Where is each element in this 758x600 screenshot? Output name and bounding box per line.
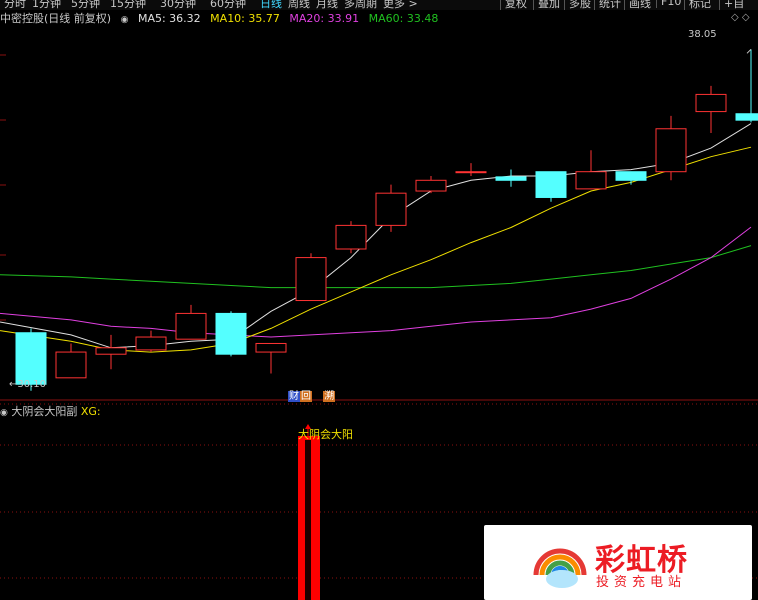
candle bbox=[615, 171, 647, 185]
candle bbox=[135, 330, 167, 353]
candle bbox=[95, 334, 127, 370]
other-event-badge[interactable]: 溯 bbox=[323, 391, 336, 402]
candle-body bbox=[415, 179, 447, 192]
candle-body bbox=[615, 171, 647, 181]
signal-bar-gap bbox=[305, 440, 311, 600]
candle-body bbox=[95, 347, 127, 355]
candle bbox=[655, 115, 687, 181]
high-marker bbox=[746, 48, 752, 54]
candle-body bbox=[495, 176, 527, 181]
chart-canvas bbox=[0, 48, 758, 600]
candle-body bbox=[295, 257, 327, 302]
candle bbox=[695, 85, 727, 134]
candle-body bbox=[375, 192, 407, 226]
low-price-value: 30.10 bbox=[17, 379, 47, 390]
candle-body bbox=[215, 312, 247, 355]
candle bbox=[335, 221, 367, 254]
candle bbox=[295, 253, 327, 302]
candle bbox=[215, 311, 247, 357]
candle-body bbox=[735, 113, 758, 121]
candle-body bbox=[175, 312, 207, 340]
high-price-label: 38.05 bbox=[688, 29, 717, 40]
signal-text: 大阴会大阳 bbox=[298, 428, 353, 441]
candle bbox=[375, 184, 407, 232]
candle bbox=[575, 150, 607, 190]
ma20-line bbox=[0, 226, 752, 338]
candle-body bbox=[335, 224, 367, 250]
indicator-xg-label: XG: bbox=[80, 405, 101, 418]
sub-toggle-icon[interactable]: ◉ bbox=[0, 408, 8, 418]
candle-body bbox=[55, 351, 87, 379]
finance-badge-2[interactable]: 回 bbox=[300, 391, 312, 402]
rainbow-logo-icon bbox=[533, 548, 587, 588]
candle-body bbox=[135, 336, 167, 351]
candle-body bbox=[575, 171, 607, 190]
candle bbox=[415, 176, 447, 194]
candle-body bbox=[695, 93, 727, 113]
candle-body bbox=[15, 332, 47, 385]
candle bbox=[55, 343, 87, 379]
event-badges: 财回 溯 bbox=[288, 387, 336, 402]
candle bbox=[735, 49, 758, 123]
candle bbox=[495, 169, 527, 187]
candle bbox=[255, 342, 287, 374]
indicator-name: 大阴会大阳副 bbox=[11, 405, 78, 418]
candle-body bbox=[255, 342, 287, 353]
low-price-label: ←30.10 bbox=[9, 379, 47, 390]
candle bbox=[455, 163, 487, 176]
ma5-line bbox=[0, 123, 752, 349]
candle-body bbox=[535, 171, 567, 198]
candle bbox=[175, 304, 207, 340]
sub-legend: ◉ 大阴会大阳副 XG: bbox=[0, 403, 101, 419]
watermark-subtitle: 投资充电站 bbox=[596, 575, 687, 590]
candle-body bbox=[455, 171, 487, 174]
candle bbox=[535, 171, 567, 202]
candle-body bbox=[655, 128, 687, 173]
finance-badge[interactable]: 财 bbox=[288, 391, 300, 402]
